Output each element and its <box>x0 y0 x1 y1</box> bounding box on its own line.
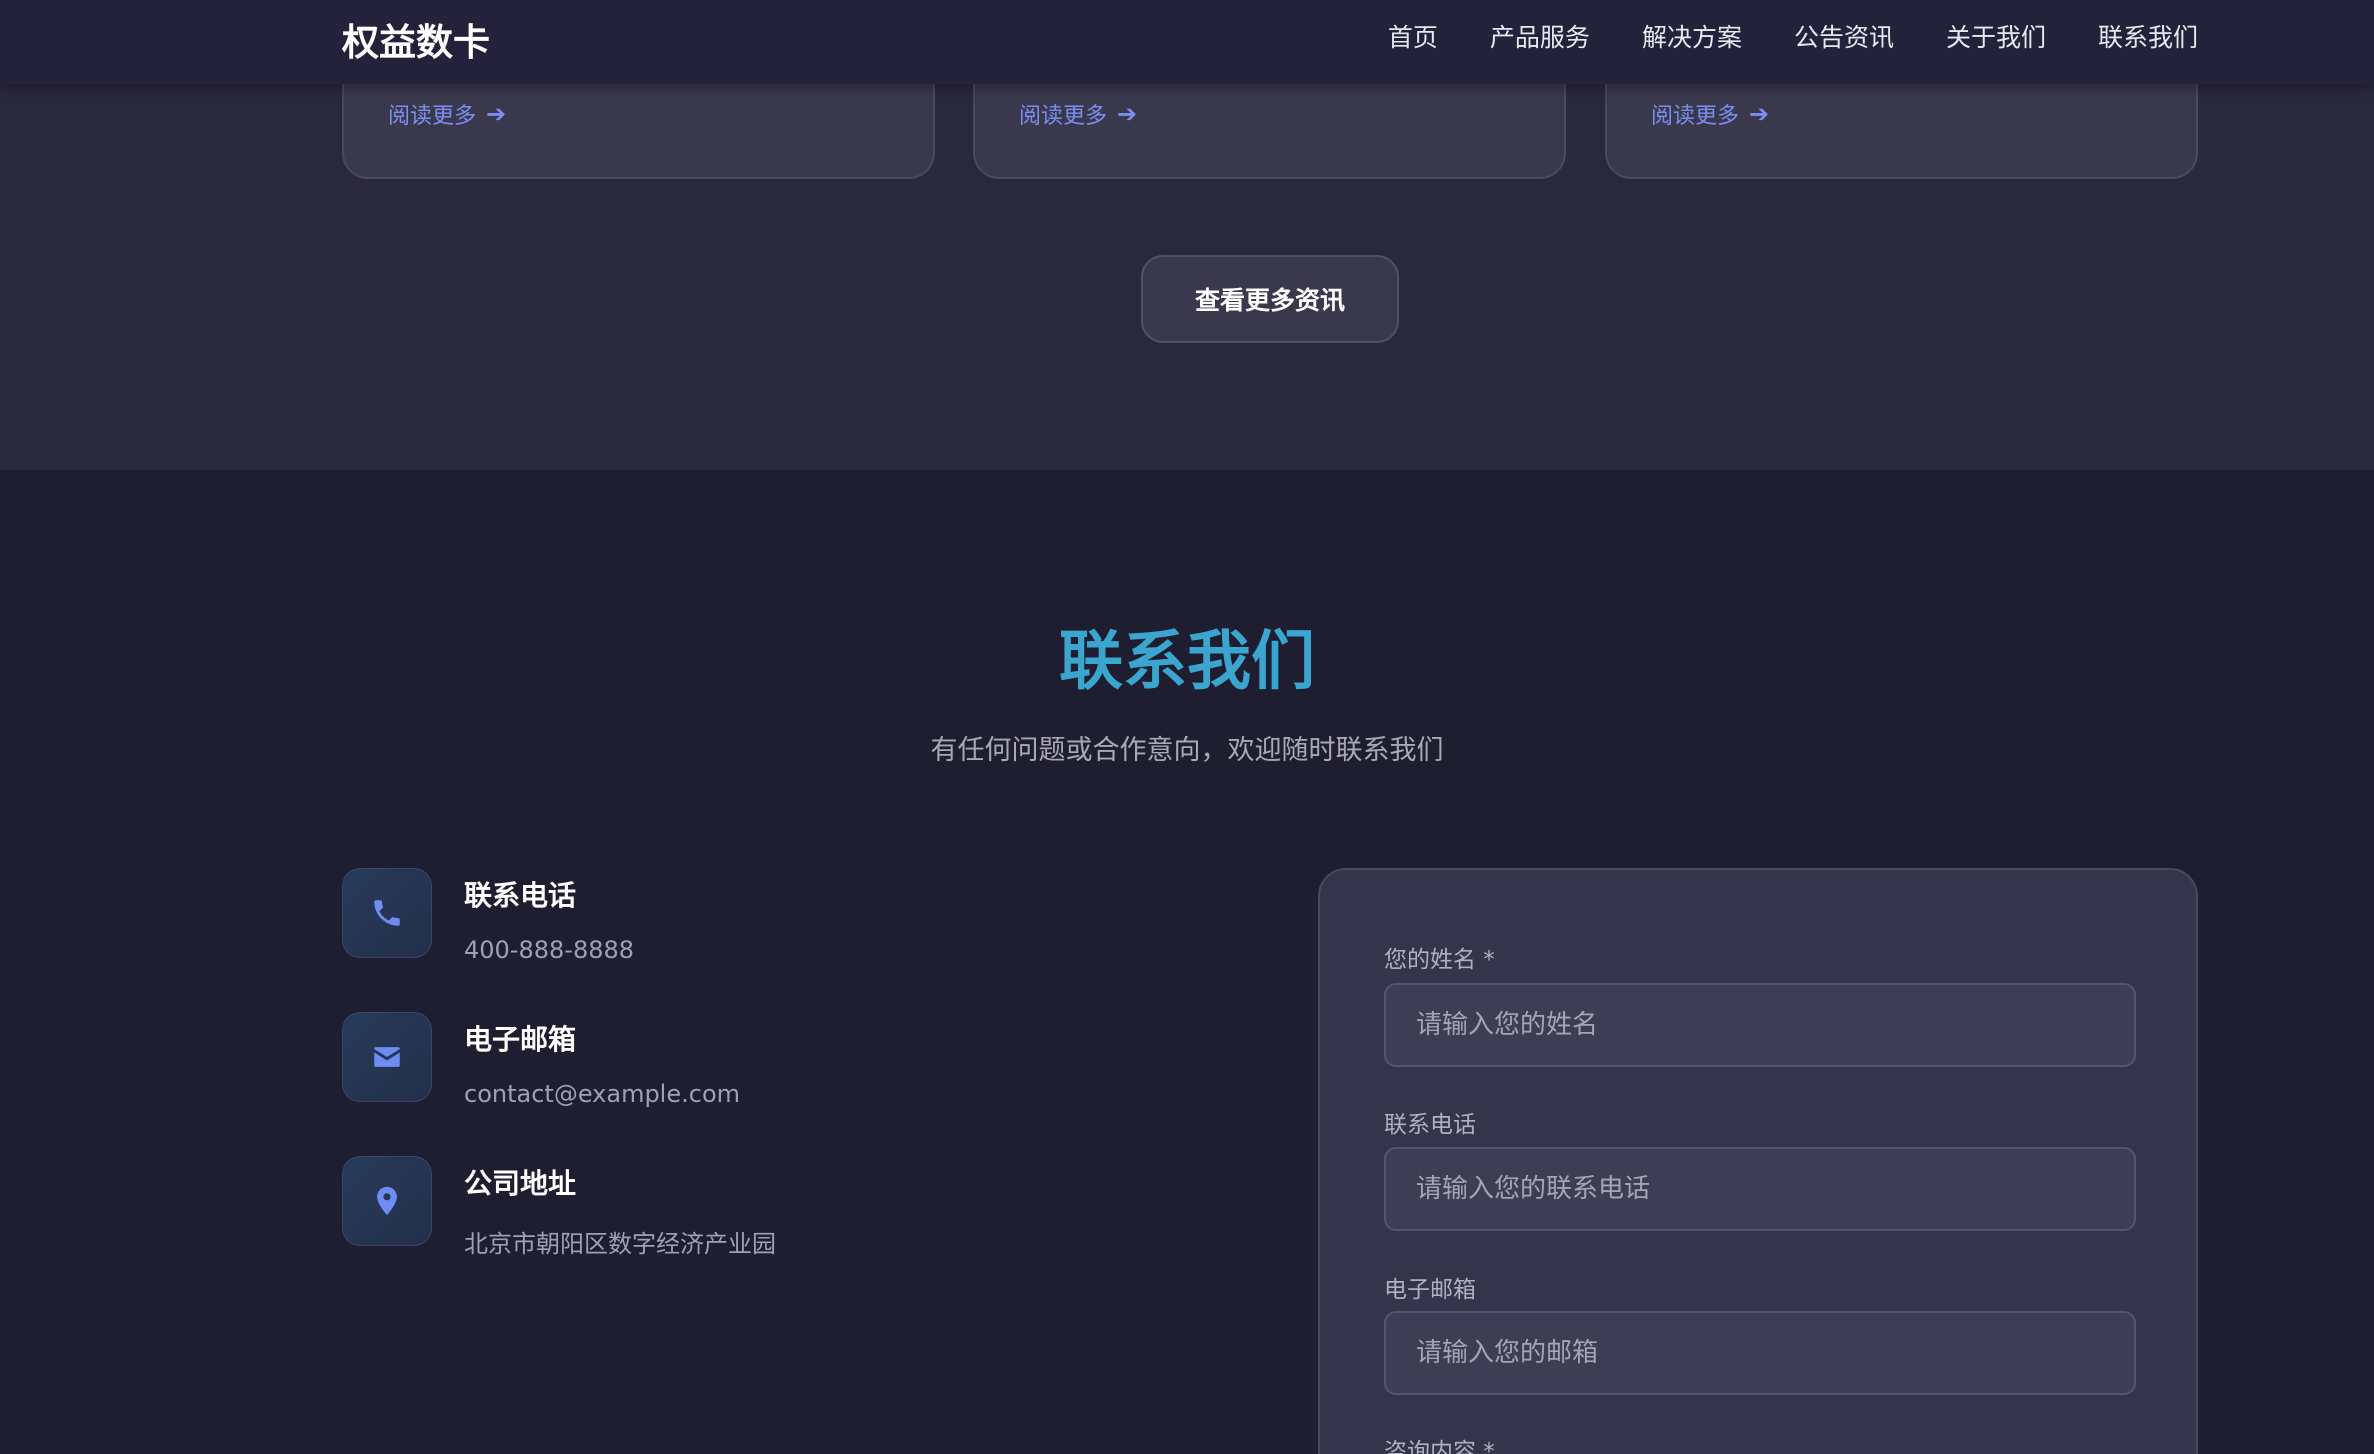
read-more-link[interactable]: 阅读更多 ➔ <box>1019 98 1137 130</box>
message-label: 咨询内容 * <box>1384 1439 1495 1454</box>
email-label: 电子邮箱 <box>464 1023 577 1056</box>
arrow-right-icon: ➔ <box>1749 100 1770 128</box>
phone-field-label: 联系电话 <box>1384 1112 1476 1138</box>
main-nav: 首页 产品服务 解决方案 公告资讯 关于我们 联系我们 <box>1388 18 2198 54</box>
contact-form: 您的姓名 * 联系电话 电子邮箱 咨询内容 * <box>1318 868 2198 1454</box>
read-more-label: 阅读更多 <box>1019 104 1108 129</box>
read-more-link[interactable]: 阅读更多 ➔ <box>1651 98 1769 130</box>
phone-input[interactable] <box>1384 1147 2136 1231</box>
phone-value: 400-888-8888 <box>464 936 635 964</box>
contact-subtitle: 有任何问题或合作意向，欢迎随时联系我们 <box>930 735 1444 766</box>
nav-products[interactable]: 产品服务 <box>1490 18 1590 54</box>
map-pin-icon <box>342 1156 432 1246</box>
nav-news[interactable]: 公告资讯 <box>1794 18 1894 54</box>
arrow-right-icon: ➔ <box>486 100 507 128</box>
phone-icon <box>342 868 432 958</box>
contact-section: 联系我们 有任何问题或合作意向，欢迎随时联系我们 联系电话 400-888-88… <box>0 470 2374 1454</box>
contact-email: 电子邮箱 contact@example.com <box>342 1012 740 1108</box>
name-label: 您的姓名 * <box>1384 947 1495 973</box>
name-input[interactable] <box>1384 983 2136 1067</box>
read-more-link[interactable]: 阅读更多 ➔ <box>388 98 506 130</box>
email-field-label: 电子邮箱 <box>1384 1277 1476 1303</box>
envelope-icon <box>342 1012 432 1102</box>
read-more-label: 阅读更多 <box>388 104 477 129</box>
nav-about[interactable]: 关于我们 <box>1946 18 2046 54</box>
read-more-label: 阅读更多 <box>1651 104 1740 129</box>
site-logo[interactable]: 权益数卡 <box>342 12 490 66</box>
address-value: 北京市朝阳区数字经济产业园 <box>464 1230 776 1258</box>
phone-label: 联系电话 <box>464 879 577 912</box>
email-value: contact@example.com <box>464 1080 740 1108</box>
contact-address: 公司地址 北京市朝阳区数字经济产业园 <box>342 1156 776 1259</box>
site-header: 权益数卡 首页 产品服务 解决方案 公告资讯 关于我们 联系我们 <box>0 0 2374 84</box>
nav-contact[interactable]: 联系我们 <box>2098 18 2198 54</box>
more-news-button[interactable]: 查看更多资讯 <box>1141 255 1399 343</box>
address-label: 公司地址 <box>464 1167 577 1200</box>
contact-title: 联系我们 <box>1059 625 1315 699</box>
arrow-right-icon: ➔ <box>1117 100 1138 128</box>
nav-solutions[interactable]: 解决方案 <box>1642 18 1742 54</box>
email-input[interactable] <box>1384 1311 2136 1395</box>
nav-home[interactable]: 首页 <box>1388 18 1438 54</box>
contact-phone: 联系电话 400-888-8888 <box>342 868 634 964</box>
